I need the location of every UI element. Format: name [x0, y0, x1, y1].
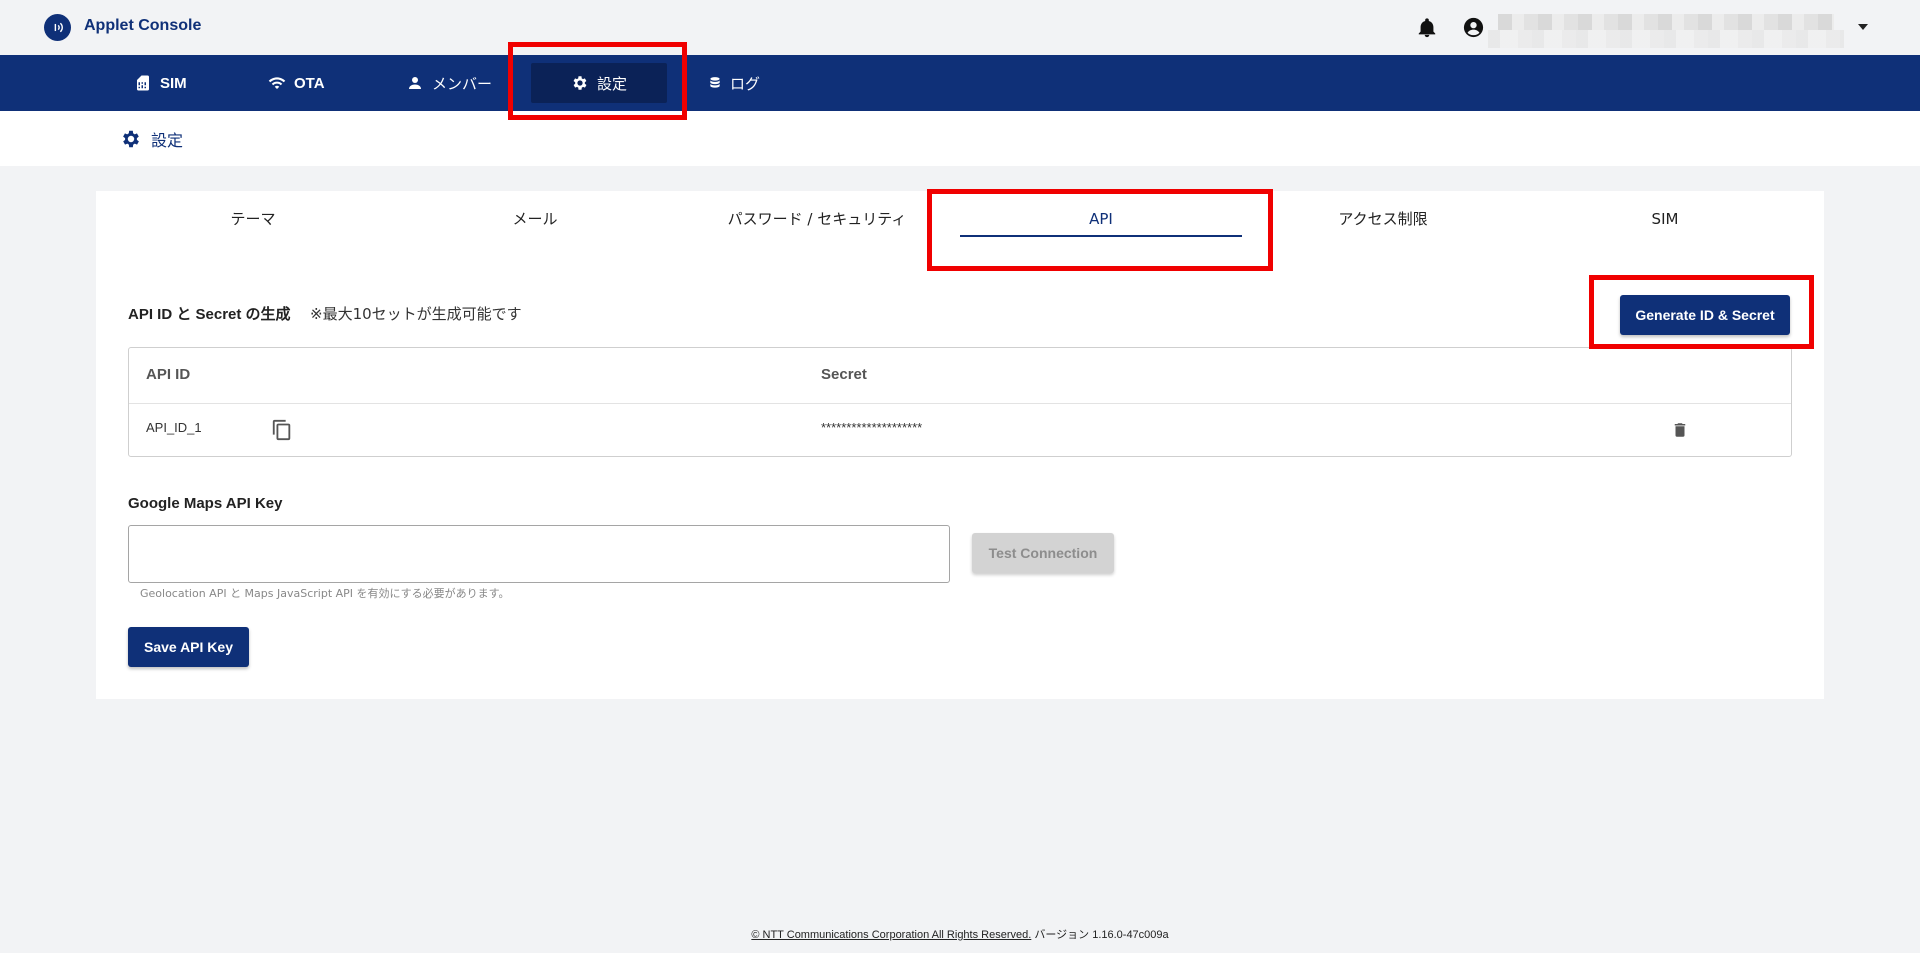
column-header-api-id: API ID — [146, 366, 191, 383]
breadcrumb: 設定 — [120, 127, 183, 151]
column-header-secret: Secret — [821, 366, 867, 383]
person-icon — [409, 77, 421, 89]
highlight-box-generate — [1589, 275, 1814, 349]
page-title: 設定 — [151, 131, 184, 150]
version-text: バージョン 1.16.0-47c009a — [1034, 929, 1169, 941]
database-icon — [710, 77, 720, 88]
tab-access-restriction[interactable]: アクセス制限 — [1242, 205, 1524, 237]
footer: © NTT Communications Corporation All Rig… — [0, 926, 1920, 942]
sim-card-icon — [137, 75, 149, 91]
wifi-icon — [268, 77, 286, 89]
test-connection-button[interactable]: Test Connection — [972, 533, 1114, 573]
api-section-title: API ID と Secret の生成 — [128, 306, 291, 323]
google-maps-key-label: Google Maps API Key — [128, 495, 283, 512]
account-circle-icon[interactable] — [1462, 16, 1485, 39]
nav-item-logs[interactable]: ログ — [692, 63, 776, 103]
app-logo-icon — [44, 14, 71, 41]
nav-item-ota[interactable]: OTA — [252, 63, 341, 103]
nav-item-label: ログ — [730, 74, 761, 93]
app-title: Applet Console — [84, 17, 202, 34]
trash-icon[interactable] — [1671, 420, 1689, 440]
api-id-cell: API_ID_1 — [146, 420, 202, 435]
nav-item-label: SIM — [160, 74, 187, 92]
highlight-box-settings — [508, 42, 687, 120]
table-divider — [129, 403, 1791, 404]
save-api-key-button[interactable]: Save API Key — [128, 627, 249, 667]
google-maps-help-text: Geolocation API と Maps JavaScript API を有… — [140, 587, 510, 600]
user-name-redacted — [1488, 12, 1844, 50]
gear-icon — [123, 130, 139, 148]
copyright-link[interactable]: © NTT Communications Corporation All Rig… — [751, 929, 1031, 941]
copy-icon[interactable] — [271, 418, 293, 442]
main-nav: SIM OTA メンバー 設定 ログ — [0, 55, 1920, 111]
api-section-note: ※最大10セットが生成可能です — [310, 305, 522, 323]
breadcrumb-bar: 設定 — [0, 111, 1920, 166]
top-bar: Applet Console — [0, 0, 1920, 55]
tab-sim[interactable]: SIM — [1524, 205, 1806, 237]
nav-item-label: OTA — [294, 74, 325, 92]
highlight-box-api-tab — [927, 189, 1273, 271]
nav-item-members[interactable]: メンバー — [390, 63, 508, 103]
nav-item-label: メンバー — [432, 74, 493, 93]
nav-item-sim[interactable]: SIM — [118, 63, 203, 103]
notification-bell-icon[interactable] — [1416, 17, 1438, 39]
tab-password-security[interactable]: パスワード / セキュリティ — [676, 205, 958, 237]
secret-cell: ******************** — [821, 420, 923, 435]
tab-mail[interactable]: メール — [394, 205, 676, 237]
api-credentials-table: API ID Secret API_ID_1 *****************… — [128, 347, 1792, 457]
google-maps-key-input[interactable] — [128, 525, 950, 583]
tab-theme[interactable]: テーマ — [112, 205, 394, 237]
account-dropdown-caret-icon[interactable] — [1858, 24, 1868, 30]
